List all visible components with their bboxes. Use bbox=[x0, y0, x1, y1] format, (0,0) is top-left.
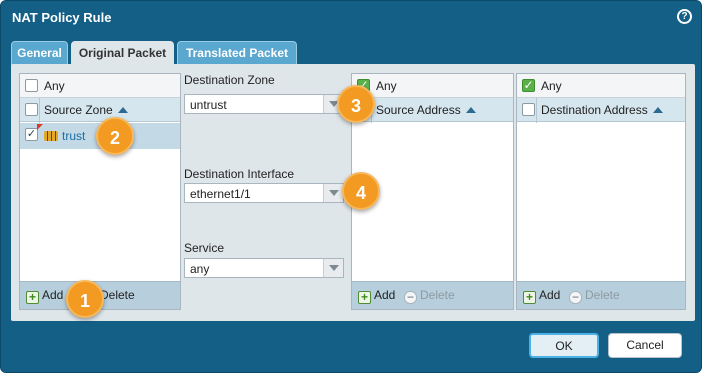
destination-interface-dropdown-button[interactable] bbox=[323, 184, 343, 202]
destination-zone-value: untrust bbox=[190, 98, 227, 112]
source-address-header-label: Source Address bbox=[376, 103, 476, 117]
source-zone-item-label[interactable]: trust bbox=[62, 129, 85, 143]
service-select[interactable]: any bbox=[184, 258, 344, 278]
sort-ascending-icon bbox=[117, 107, 128, 113]
destination-address-add-label: Add bbox=[539, 288, 561, 302]
source-zone-delete-label: Delete bbox=[100, 288, 135, 302]
source-zone-add-label: Add bbox=[42, 288, 64, 302]
destination-address-header[interactable]: Destination Address bbox=[517, 98, 685, 122]
tab-general[interactable]: General bbox=[11, 41, 68, 65]
source-address-footer: + Add − Delete bbox=[352, 281, 513, 309]
source-zone-list: Any Source Zone ✓ trust +Add −Delete bbox=[19, 73, 181, 310]
plus-icon: + bbox=[358, 291, 371, 304]
destination-zone-label: Destination Zone bbox=[184, 73, 275, 87]
destination-address-add-button[interactable]: + Add bbox=[523, 288, 560, 304]
source-zone-header[interactable]: Source Zone bbox=[20, 98, 180, 122]
destination-address-delete-button: − Delete bbox=[569, 288, 620, 304]
dialog-titlebar: NAT Policy Rule ? bbox=[1, 1, 701, 33]
source-zone-any-row[interactable]: Any bbox=[20, 74, 180, 98]
source-address-add-label: Add bbox=[374, 288, 396, 302]
help-icon[interactable]: ? bbox=[677, 9, 692, 24]
source-zone-item[interactable]: trust bbox=[44, 129, 85, 143]
service-value: any bbox=[190, 262, 210, 276]
source-zone-header-text: Source Zone bbox=[44, 103, 113, 117]
source-zone-any-checkbox[interactable] bbox=[25, 79, 38, 92]
source-zone-header-label: Source Zone bbox=[44, 103, 128, 117]
source-address-delete-label: Delete bbox=[420, 288, 455, 302]
destination-interface-select[interactable]: ethernet1/1 bbox=[184, 183, 344, 203]
source-address-add-button[interactable]: + Add bbox=[358, 288, 395, 304]
ok-button[interactable]: OK bbox=[529, 333, 599, 358]
destination-zone-select[interactable]: untrust bbox=[184, 94, 344, 114]
source-address-delete-button: − Delete bbox=[404, 288, 455, 304]
source-address-any-label: Any bbox=[376, 79, 397, 93]
sort-ascending-icon bbox=[652, 107, 663, 113]
callout-4: 4 bbox=[342, 172, 380, 210]
plus-icon: + bbox=[26, 291, 39, 304]
destination-address-header-text: Destination Address bbox=[541, 103, 648, 117]
plus-icon: + bbox=[523, 291, 536, 304]
column-divider bbox=[39, 98, 40, 123]
chevron-down-icon bbox=[329, 265, 339, 271]
source-zone-add-button[interactable]: + Add bbox=[26, 288, 63, 304]
destination-address-footer: + Add − Delete bbox=[517, 281, 685, 309]
callout-1: 1 bbox=[66, 280, 104, 318]
tab-translated-packet[interactable]: Translated Packet bbox=[177, 41, 297, 65]
destination-address-select-all-checkbox[interactable] bbox=[522, 103, 535, 116]
source-zone-select-all-checkbox[interactable] bbox=[25, 103, 38, 116]
source-address-any-row[interactable]: ✓ Any bbox=[352, 74, 513, 98]
destination-address-any-label: Any bbox=[541, 79, 562, 93]
destination-interface-label: Destination Interface bbox=[184, 167, 295, 181]
destination-interface-value: ethernet1/1 bbox=[190, 187, 251, 201]
sort-ascending-icon bbox=[465, 107, 476, 113]
dialog-title: NAT Policy Rule bbox=[12, 10, 112, 25]
source-address-header-text: Source Address bbox=[376, 103, 461, 117]
service-label: Service bbox=[184, 241, 225, 255]
destination-address-any-row[interactable]: ✓ Any bbox=[517, 74, 685, 98]
cancel-button[interactable]: Cancel bbox=[608, 333, 682, 358]
zone-icon bbox=[44, 131, 58, 141]
callout-3: 3 bbox=[337, 85, 375, 123]
minus-icon: − bbox=[569, 291, 582, 304]
chevron-down-icon bbox=[329, 190, 339, 196]
service-dropdown-button[interactable] bbox=[323, 259, 343, 277]
destination-address-delete-label: Delete bbox=[585, 288, 620, 302]
source-zone-any-label: Any bbox=[44, 79, 65, 93]
source-address-header[interactable]: Source Address bbox=[352, 98, 513, 122]
destination-address-any-checkbox[interactable]: ✓ bbox=[522, 79, 535, 92]
nat-policy-rule-dialog: NAT Policy Rule ? General Original Packe… bbox=[0, 0, 702, 373]
minus-icon: − bbox=[404, 291, 417, 304]
column-divider bbox=[536, 98, 537, 123]
modified-flag-icon bbox=[37, 124, 43, 130]
destination-address-header-label: Destination Address bbox=[541, 103, 663, 117]
callout-2: 2 bbox=[96, 117, 134, 155]
destination-address-list: ✓ Any Destination Address + Add − Delete bbox=[516, 73, 686, 310]
